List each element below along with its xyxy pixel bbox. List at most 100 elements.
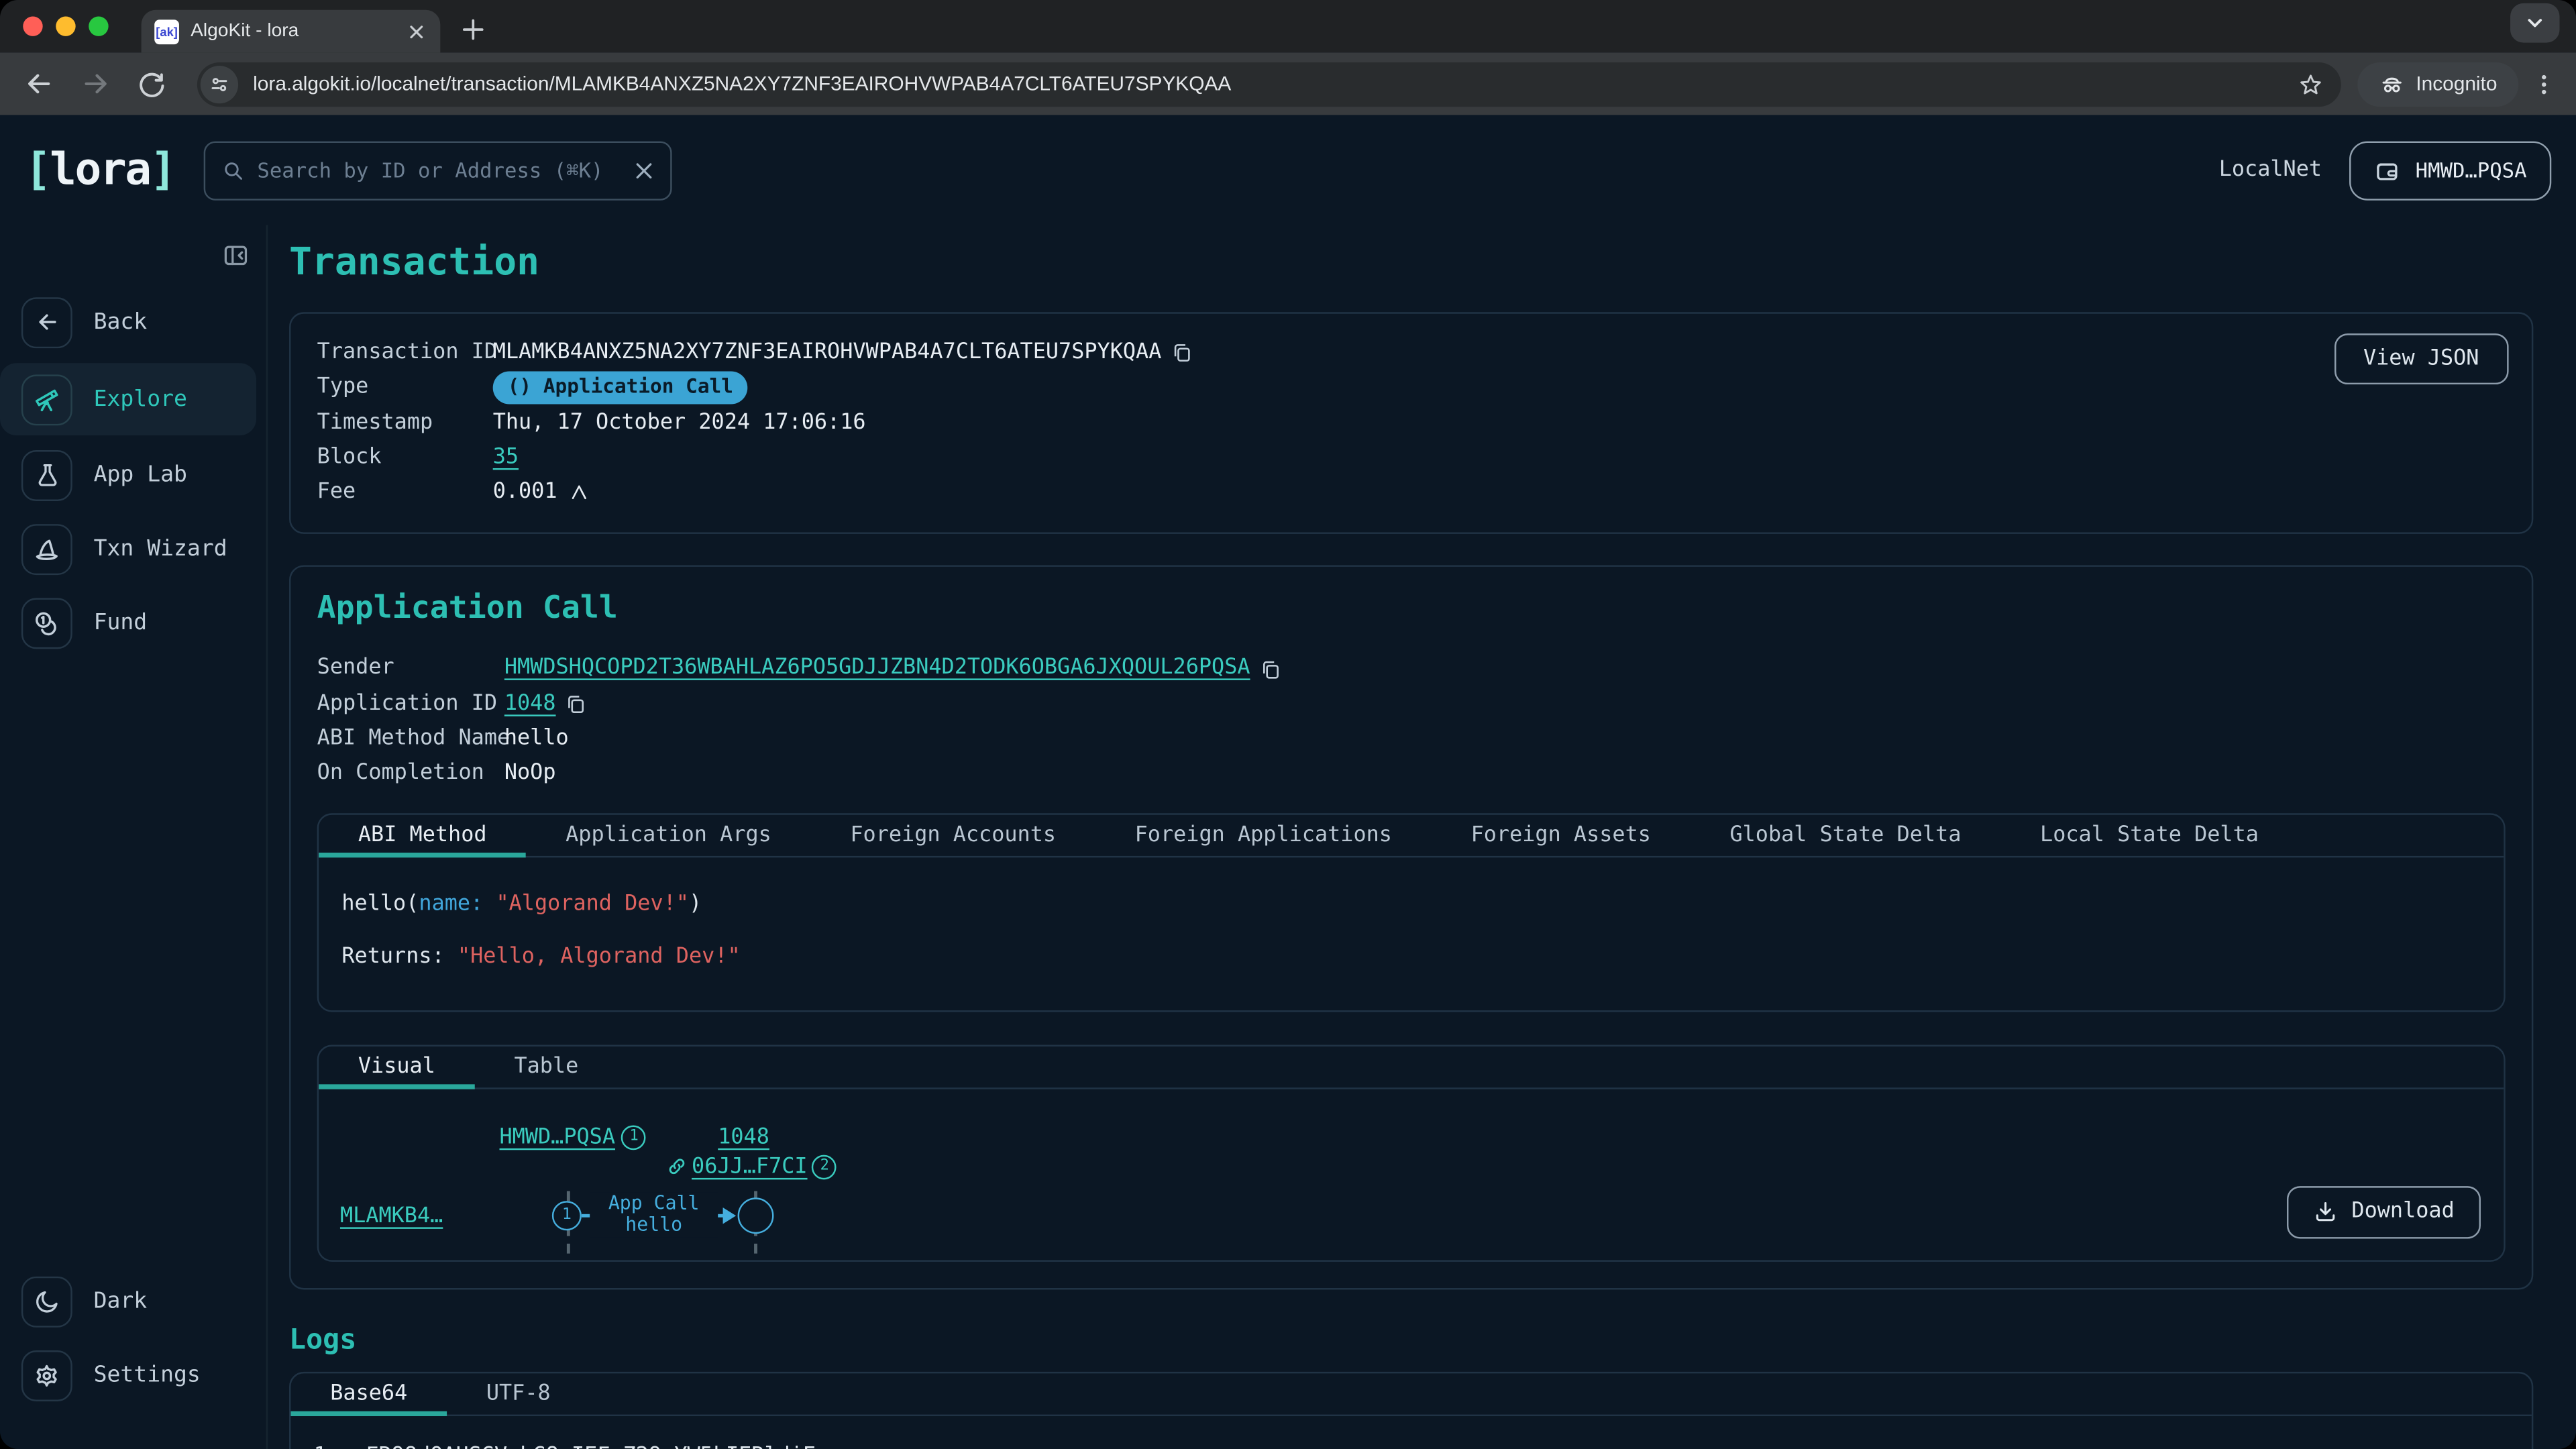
- link-icon: [667, 1157, 686, 1177]
- sidebar-item-label: Explore: [94, 386, 187, 413]
- incognito-badge: Incognito: [2357, 62, 2518, 106]
- download-icon: [2314, 1199, 2339, 1224]
- type-badge: () Application Call: [493, 371, 748, 404]
- download-button[interactable]: Download: [2288, 1185, 2481, 1238]
- app-body: Back Explore App Lab: [0, 225, 2576, 1449]
- fullscreen-window-button[interactable]: [89, 16, 108, 36]
- tab-favicon: [ak]: [154, 19, 179, 44]
- tab-foreign-applications[interactable]: Foreign Applications: [1095, 814, 1432, 855]
- tab-local-state-delta[interactable]: Local State Delta: [2000, 814, 2298, 855]
- graph-app-sub-link[interactable]: 06JJ…F7CI: [692, 1155, 808, 1179]
- graph-app-link[interactable]: 1048: [718, 1125, 769, 1150]
- field-label: Transaction ID: [317, 335, 493, 370]
- moon-icon: [21, 1276, 72, 1327]
- search-clear-icon[interactable]: [633, 160, 653, 180]
- logo-text: lora: [50, 145, 150, 196]
- sidebar-item-explore[interactable]: Explore: [0, 363, 256, 435]
- sidebar-item-theme-toggle[interactable]: Dark: [0, 1269, 266, 1334]
- abi-arg-name: name:: [419, 892, 483, 916]
- tab-utf8[interactable]: UTF-8: [447, 1373, 590, 1414]
- sidebar-item-app-lab[interactable]: App Lab: [0, 442, 266, 508]
- url-bar[interactable]: lora.algokit.io/localnet/transaction/MLA…: [197, 62, 2341, 106]
- reload-icon[interactable]: [131, 64, 171, 104]
- sidebar-item-txn-wizard[interactable]: Txn Wizard: [0, 516, 266, 582]
- sender-row: Sender HMWDSHQCOPD2T36WBAHLAZ6PO5GDJJZBN…: [317, 651, 2506, 686]
- field-label: Fee: [317, 475, 493, 510]
- bookmark-star-icon[interactable]: [2298, 72, 2322, 97]
- forward-nav-icon[interactable]: [76, 64, 115, 104]
- field-label: Block: [317, 440, 493, 475]
- sidebar-item-label: Txn Wizard: [94, 535, 227, 561]
- incognito-icon: [2378, 70, 2404, 97]
- download-label: Download: [2351, 1199, 2454, 1224]
- logs-tabbar: Base64 UTF-8: [290, 1373, 2531, 1416]
- network-label[interactable]: LocalNet: [2219, 158, 2322, 182]
- view-json-button[interactable]: View JSON: [2334, 333, 2509, 384]
- graph-sender-link[interactable]: HMWD…PQSA: [499, 1125, 615, 1150]
- sidebar-item-settings[interactable]: Settings: [0, 1342, 266, 1408]
- logo-bracket-left: [: [25, 145, 50, 196]
- lora-app: [lora] LocalNet HMWD…PQSA: [0, 115, 2576, 1449]
- search-input[interactable]: [257, 158, 620, 182]
- algo-icon: [570, 484, 588, 502]
- sidebar-item-label: Back: [94, 309, 148, 335]
- graph-app-column: 1048: [718, 1125, 769, 1150]
- sidebar-item-fund[interactable]: Fund: [0, 590, 266, 655]
- wallet-icon: [2374, 157, 2400, 183]
- telescope-icon: [21, 374, 72, 425]
- abi-returns-line: Returns: "Hello, Algorand Dev!": [341, 944, 2481, 969]
- tab-abi-method[interactable]: ABI Method: [319, 814, 526, 855]
- minimize-window-button[interactable]: [56, 16, 75, 36]
- wallet-button[interactable]: HMWD…PQSA: [2350, 140, 2552, 199]
- abi-method-open: hello(: [341, 892, 419, 916]
- search-icon: [221, 158, 244, 181]
- window-controls: [23, 16, 108, 36]
- new-tab-button[interactable]: [460, 16, 486, 42]
- sidebar-collapse-icon[interactable]: [217, 237, 253, 273]
- wizard-hat-icon: [21, 523, 72, 574]
- sidebar-item-back[interactable]: Back: [0, 289, 266, 355]
- tab-table[interactable]: Table: [475, 1046, 618, 1087]
- back-nav-icon[interactable]: [19, 64, 59, 104]
- transaction-id-value: MLAMKB4ANXZ5NA2XY7ZNF3EAIROHVWPAB4A7CLT6…: [493, 335, 1162, 370]
- lora-logo[interactable]: [lora]: [25, 145, 175, 196]
- copy-icon[interactable]: [1260, 658, 1281, 680]
- screen: [ak] AlgoKit - lora: [0, 0, 2576, 1449]
- field-label: On Completion: [317, 756, 504, 791]
- flask-icon: [21, 449, 72, 500]
- application-id-row: Application ID 1048: [317, 686, 2506, 721]
- transaction-graph: HMWD…PQSA1 1048 06JJ…F7CI2 MLAMKB4…: [319, 1089, 2504, 1260]
- copy-icon[interactable]: [566, 693, 587, 714]
- graph-sender-badge: 1: [622, 1125, 647, 1150]
- browser-window: [ak] AlgoKit - lora: [0, 0, 2576, 1449]
- graph-target-node[interactable]: [738, 1197, 774, 1234]
- tab-foreign-assets[interactable]: Foreign Assets: [1432, 814, 1690, 855]
- sidebar-footer: Dark Settings: [0, 1269, 266, 1416]
- graph-row-transaction-link[interactable]: MLAMKB4…: [340, 1203, 443, 1228]
- browser-menu-icon[interactable]: [2532, 72, 2557, 97]
- close-window-button[interactable]: [23, 16, 42, 36]
- timestamp-value: Thu, 17 October 2024 17:06:16: [493, 405, 2506, 440]
- application-call-card: Application Call Sender HMWDSHQCOPD2T36W…: [289, 566, 2533, 1289]
- tab-foreign-accounts[interactable]: Foreign Accounts: [811, 814, 1095, 855]
- copy-icon[interactable]: [1171, 342, 1193, 364]
- tab-visual[interactable]: Visual: [319, 1046, 475, 1087]
- search-box[interactable]: [203, 140, 672, 199]
- fee-row: Fee 0.001: [317, 475, 2506, 510]
- tab-application-args[interactable]: Application Args: [526, 814, 810, 855]
- block-link[interactable]: 35: [493, 440, 519, 475]
- graph-source-node[interactable]: 1: [552, 1200, 582, 1230]
- application-id-link[interactable]: 1048: [504, 686, 556, 721]
- tab-close-icon[interactable]: [404, 19, 427, 42]
- browser-tab[interactable]: [ak] AlgoKit - lora: [142, 10, 441, 53]
- graph-edge-label: App Callhello: [590, 1192, 718, 1236]
- sender-link[interactable]: HMWDSHQCOPD2T36WBAHLAZ6PO5GDJJZBN4D2TODK…: [504, 651, 1250, 686]
- tab-search-chevron-icon[interactable]: [2510, 3, 2559, 43]
- tab-base64[interactable]: Base64: [290, 1373, 447, 1414]
- field-label: Application ID: [317, 686, 504, 721]
- logo-bracket-right: ]: [150, 145, 175, 196]
- abi-tabs-card: ABI Method Application Args Foreign Acco…: [317, 812, 2506, 1011]
- on-completion-value: NoOp: [504, 756, 2506, 791]
- site-info-icon[interactable]: [201, 65, 238, 103]
- tab-global-state-delta[interactable]: Global State Delta: [1690, 814, 2001, 855]
